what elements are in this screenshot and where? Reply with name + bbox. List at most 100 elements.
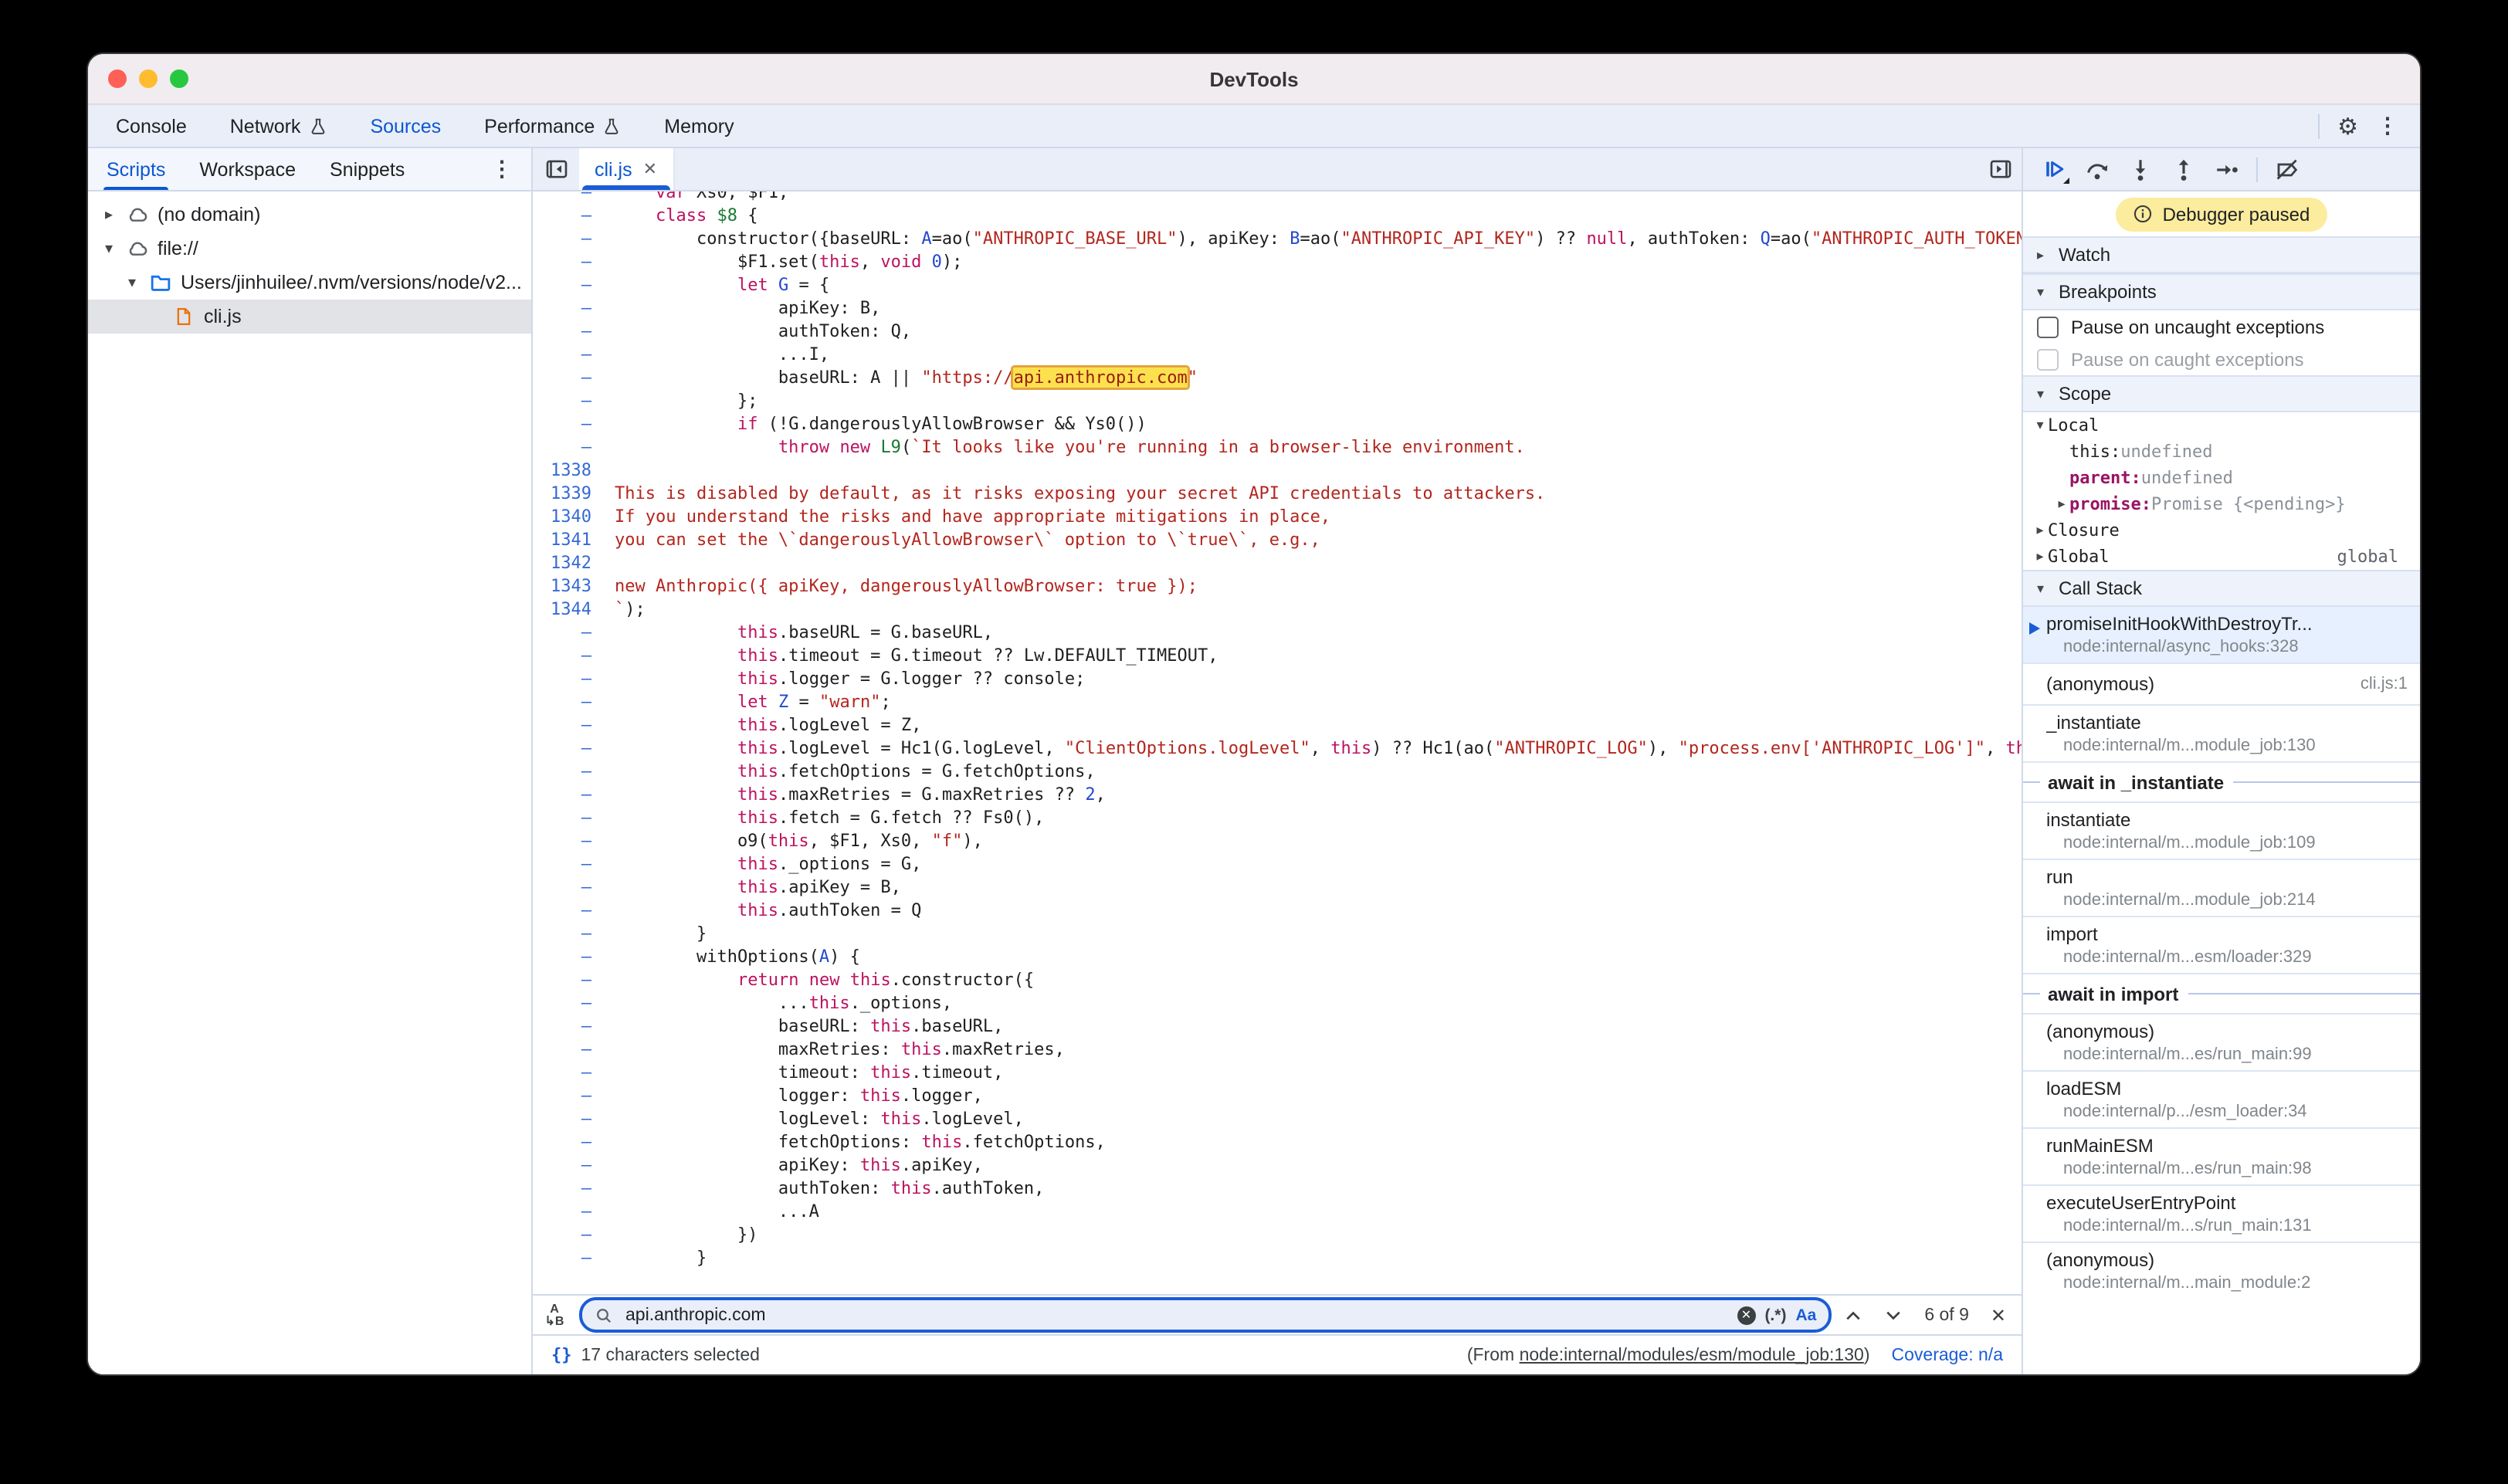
checkbox-unchecked[interactable] bbox=[2037, 316, 2059, 337]
line-number[interactable]: – bbox=[533, 296, 605, 320]
line-number[interactable]: – bbox=[533, 273, 605, 296]
resume-script-button[interactable] bbox=[2035, 151, 2072, 188]
code-line[interactable]: – ...I, bbox=[533, 343, 2022, 366]
tree-item-file-[interactable]: ▾file:// bbox=[88, 232, 531, 266]
tab-sources[interactable]: Sources bbox=[370, 115, 441, 137]
stack-frame[interactable]: (anonymous)cli.js:1 bbox=[2023, 662, 2420, 704]
line-number[interactable]: – bbox=[533, 1084, 605, 1107]
scope-section-global[interactable]: ▸Globalglobal bbox=[2023, 544, 2420, 570]
expander-closed-icon[interactable]: ▸ bbox=[2032, 522, 2048, 539]
code-line[interactable]: – this.fetchOptions = G.fetchOptions, bbox=[533, 760, 2022, 783]
line-number[interactable]: 1342 bbox=[533, 551, 605, 574]
code-line[interactable]: – this.maxRetries = G.maxRetries ?? 2, bbox=[533, 783, 2022, 806]
scope-section-closure[interactable]: ▸Closure bbox=[2023, 517, 2420, 544]
tab-performance[interactable]: Performance bbox=[484, 115, 621, 137]
from-link[interactable]: node:internal/modules/esm/module_job:130 bbox=[1520, 1346, 1864, 1364]
line-number[interactable]: 1344 bbox=[533, 598, 605, 621]
expander-closed-icon[interactable]: ▸ bbox=[2032, 548, 2048, 565]
stack-frame[interactable]: (anonymous)node:internal/m...es/run_main… bbox=[2023, 1013, 2420, 1070]
section-call-stack[interactable]: ▾ Call Stack bbox=[2023, 570, 2420, 607]
line-number[interactable]: – bbox=[533, 1061, 605, 1084]
code-line[interactable]: – }; bbox=[533, 389, 2022, 412]
code-line[interactable]: 1339This is disabled by default, as it r… bbox=[533, 482, 2022, 505]
line-number[interactable]: – bbox=[533, 1246, 605, 1269]
code-line[interactable]: – this.baseURL = G.baseURL, bbox=[533, 621, 2022, 644]
line-number[interactable]: – bbox=[533, 389, 605, 412]
line-number[interactable]: – bbox=[533, 713, 605, 737]
tab-network[interactable]: Network bbox=[230, 115, 327, 137]
search-field[interactable]: ✕ (.*) Aa bbox=[579, 1297, 1832, 1333]
tab-console[interactable]: Console bbox=[116, 115, 187, 137]
section-scope[interactable]: ▾ Scope bbox=[2023, 375, 2420, 412]
line-number[interactable]: – bbox=[533, 852, 605, 876]
code-line[interactable]: 1338 bbox=[533, 459, 2022, 482]
file-tab-clijs[interactable]: cli.js ✕ bbox=[579, 148, 674, 190]
code-line[interactable]: – withOptions(A) { bbox=[533, 945, 2022, 968]
line-number[interactable]: – bbox=[533, 1130, 605, 1154]
stack-frame[interactable]: promiseInitHookWithDestroyTr...node:inte… bbox=[2023, 607, 2420, 662]
code-line[interactable]: – this.logLevel = Z, bbox=[533, 713, 2022, 737]
line-number[interactable]: – bbox=[533, 204, 605, 227]
line-number[interactable]: – bbox=[533, 760, 605, 783]
line-number[interactable]: – bbox=[533, 1177, 605, 1200]
line-number[interactable]: – bbox=[533, 829, 605, 852]
close-find-bar-icon[interactable]: ✕ bbox=[1991, 1304, 2006, 1326]
line-number[interactable]: 1340 bbox=[533, 505, 605, 528]
line-number[interactable]: – bbox=[533, 945, 605, 968]
expander-closed-icon[interactable]: ▸ bbox=[2054, 496, 2069, 513]
line-number[interactable]: – bbox=[533, 621, 605, 644]
code-line[interactable]: – maxRetries: this.maxRetries, bbox=[533, 1038, 2022, 1061]
code-line[interactable]: – return new this.constructor({ bbox=[533, 968, 2022, 991]
search-input[interactable] bbox=[622, 1304, 1727, 1326]
code-line[interactable]: – this.fetch = G.fetch ?? Fs0(), bbox=[533, 806, 2022, 829]
stack-frame[interactable]: runnode:internal/m...module_job:214 bbox=[2023, 859, 2420, 916]
code-line[interactable]: 1342 bbox=[533, 551, 2022, 574]
line-number[interactable]: – bbox=[533, 737, 605, 760]
close-window-button[interactable] bbox=[108, 69, 127, 88]
deactivate-breakpoints-button[interactable] bbox=[2269, 151, 2306, 188]
line-number[interactable]: 1341 bbox=[533, 528, 605, 551]
code-line[interactable]: – this.authToken = Q bbox=[533, 899, 2022, 922]
checkbox-unchecked[interactable] bbox=[2037, 348, 2059, 370]
tree-item--no-domain-[interactable]: ▸(no domain) bbox=[88, 198, 531, 232]
stack-frame[interactable]: (anonymous)node:internal/m...main_module… bbox=[2023, 1242, 2420, 1299]
code-line[interactable]: 1340If you understand the risks and have… bbox=[533, 505, 2022, 528]
scope-variable-parent[interactable]: parent: undefined bbox=[2023, 465, 2420, 491]
title-bar[interactable]: DevTools bbox=[88, 54, 2420, 105]
breakpoint-option[interactable]: Pause on uncaught exceptions bbox=[2023, 310, 2420, 343]
code-line[interactable]: – o9(this, $F1, Xs0, "f"), bbox=[533, 829, 2022, 852]
code-line[interactable]: – apiKey: this.apiKey, bbox=[533, 1154, 2022, 1177]
regex-toggle[interactable]: (.*) bbox=[1764, 1306, 1786, 1324]
line-number[interactable]: 1338 bbox=[533, 459, 605, 482]
code-line[interactable]: – $F1.set(this, void 0); bbox=[533, 250, 2022, 273]
next-match-icon[interactable] bbox=[1884, 1306, 1903, 1324]
line-number[interactable]: – bbox=[533, 1154, 605, 1177]
stack-frame[interactable]: runMainESMnode:internal/m...es/run_main:… bbox=[2023, 1127, 2420, 1184]
line-number[interactable]: – bbox=[533, 250, 605, 273]
line-number[interactable]: – bbox=[533, 644, 605, 667]
line-number[interactable]: 1343 bbox=[533, 574, 605, 598]
code-line[interactable]: – ...this._options, bbox=[533, 991, 2022, 1015]
code-line[interactable]: – this.logLevel = Hc1(G.logLevel, "Clien… bbox=[533, 737, 2022, 760]
code-line[interactable]: – } bbox=[533, 1246, 2022, 1269]
stack-frame[interactable]: loadESMnode:internal/p.../esm_loader:34 bbox=[2023, 1070, 2420, 1127]
breakpoint-option[interactable]: Pause on caught exceptions bbox=[2023, 343, 2420, 375]
step-out-button[interactable] bbox=[2165, 151, 2202, 188]
line-number[interactable]: – bbox=[533, 1223, 605, 1246]
line-number[interactable]: – bbox=[533, 435, 605, 459]
line-number[interactable]: – bbox=[533, 1038, 605, 1061]
match-case-toggle[interactable]: Aa bbox=[1795, 1306, 1816, 1324]
toggle-debugger-sidebar-icon[interactable] bbox=[1989, 148, 2022, 190]
line-number[interactable]: – bbox=[533, 343, 605, 366]
line-number[interactable]: – bbox=[533, 783, 605, 806]
stack-frame[interactable]: _instantiatenode:internal/m...module_job… bbox=[2023, 704, 2420, 761]
line-number[interactable]: – bbox=[533, 191, 605, 204]
coverage-link[interactable]: Coverage: n/a bbox=[1892, 1346, 2004, 1364]
tree-item-users-jinhuilee-nvm-versions-node-v2-[interactable]: ▾Users/jinhuilee/.nvm/versions/node/v2..… bbox=[88, 266, 531, 300]
code-line[interactable]: – this.logger = G.logger ?? console; bbox=[533, 667, 2022, 690]
code-line[interactable]: – logger: this.logger, bbox=[533, 1084, 2022, 1107]
stack-frame[interactable]: instantiatenode:internal/m...module_job:… bbox=[2023, 801, 2420, 859]
code-line[interactable]: – fetchOptions: this.fetchOptions, bbox=[533, 1130, 2022, 1154]
expander-open-icon[interactable]: ▾ bbox=[2032, 417, 2048, 434]
code-line[interactable]: – var Xs0, $F1; bbox=[533, 191, 2022, 204]
